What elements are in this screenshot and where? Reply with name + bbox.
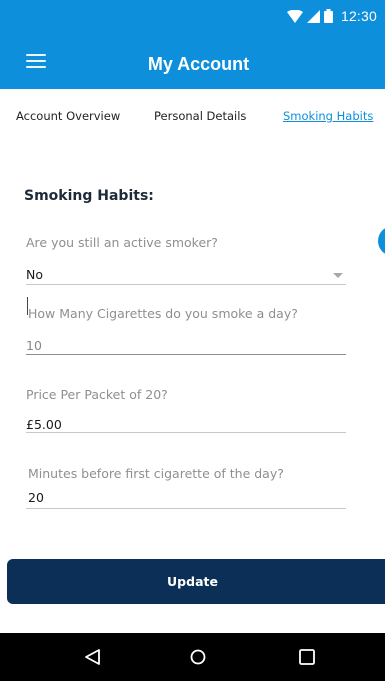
price-per-packet-input[interactable]: £5.00 — [26, 417, 346, 432]
app-bar: 12:30 My Account — [0, 0, 385, 89]
side-circle-button[interactable] — [378, 226, 385, 256]
cigarettes-per-day-underline — [26, 354, 346, 355]
cigarettes-per-day-input[interactable]: 10 — [26, 338, 346, 353]
active-smoker-select[interactable]: No — [26, 267, 346, 285]
cigarettes-per-day-label: How Many Cigarettes do you smoke a day? — [28, 306, 298, 321]
battery-icon — [323, 9, 333, 23]
minutes-before-first-label: Minutes before first cigarette of the da… — [28, 466, 284, 481]
system-nav-bar — [0, 633, 385, 681]
active-smoker-label: Are you still an active smoker? — [26, 235, 218, 250]
price-per-packet-label: Price Per Packet of 20? — [26, 387, 168, 402]
page-title: My Account — [147, 54, 250, 74]
recent-apps-icon[interactable] — [296, 647, 318, 667]
screen: 12:30 My Account Account Overview Person… — [0, 0, 385, 681]
tab-bar: Account Overview Personal Details Smokin… — [0, 109, 385, 131]
minutes-before-first-underline — [26, 508, 346, 509]
tab-smoking-habits[interactable]: Smoking Habits — [283, 109, 373, 123]
minutes-before-first-input[interactable]: 20 — [28, 490, 348, 505]
cellular-signal-icon — [306, 9, 320, 23]
active-smoker-underline — [26, 284, 346, 285]
tab-account-overview[interactable]: Account Overview — [16, 109, 120, 123]
chevron-down-icon[interactable] — [333, 273, 343, 278]
price-per-packet-underline — [26, 432, 346, 433]
status-time: 12:30 — [340, 8, 377, 24]
section-title: Smoking Habits: — [24, 188, 154, 204]
update-button[interactable]: Update — [7, 559, 385, 604]
back-icon[interactable] — [82, 647, 104, 667]
tab-personal-details[interactable]: Personal Details — [154, 109, 246, 123]
status-bar: 12:30 — [286, 6, 377, 26]
home-icon[interactable] — [187, 647, 209, 667]
wifi-icon — [286, 9, 303, 23]
